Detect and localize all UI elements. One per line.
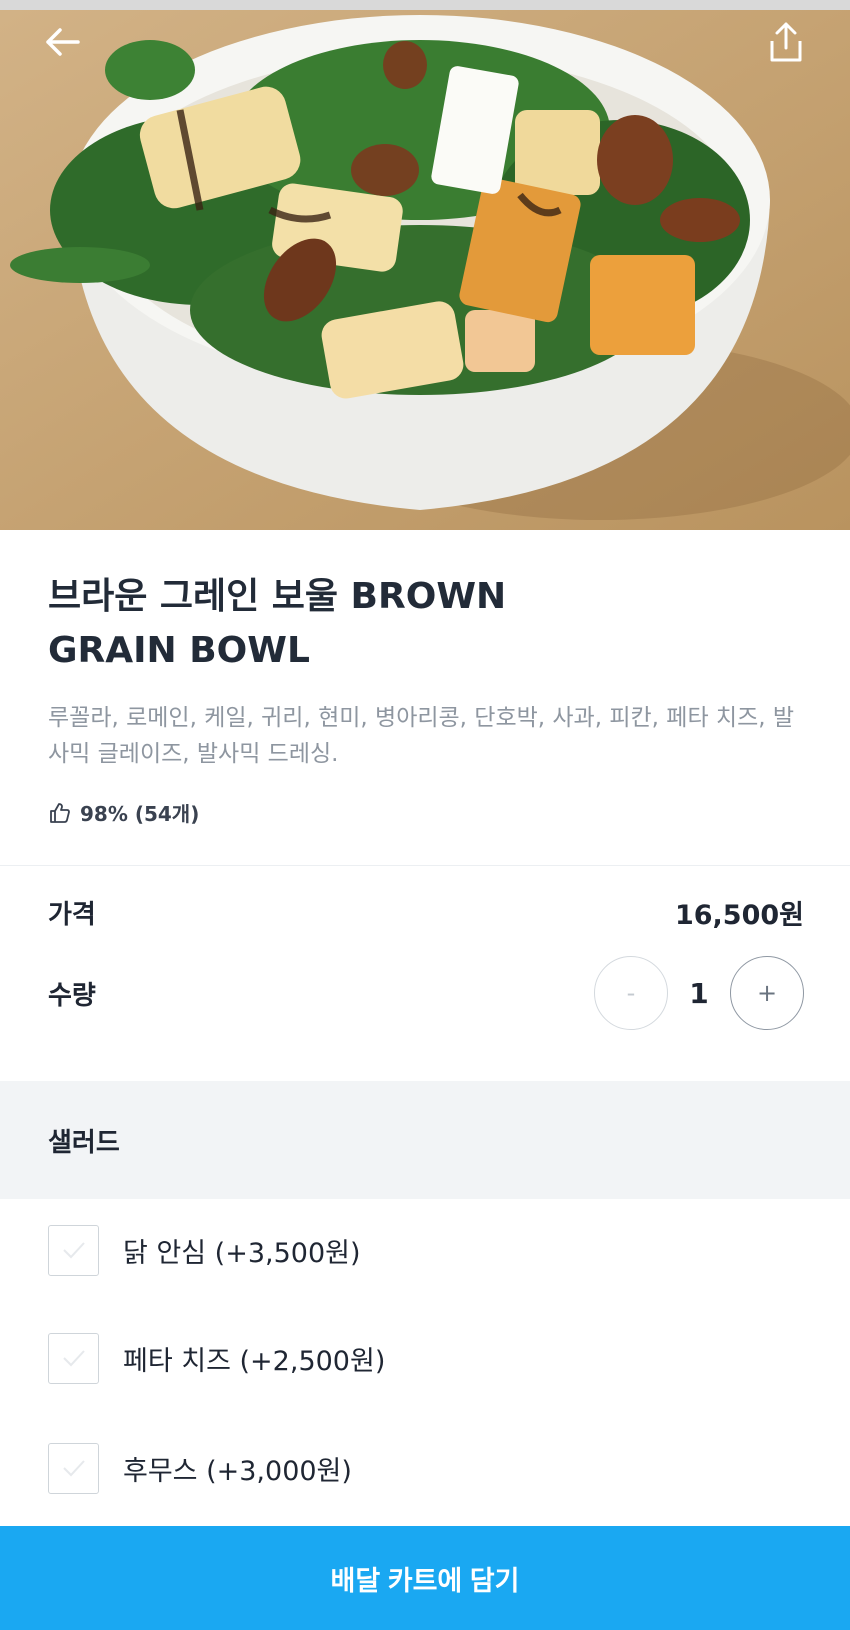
quantity-row: 수량 - 1 + xyxy=(48,955,804,1031)
share-button[interactable] xyxy=(758,14,814,70)
price-label: 가격 xyxy=(48,899,96,930)
price-row: 가격 16,500원 xyxy=(48,888,804,936)
share-icon xyxy=(770,22,802,62)
checkbox[interactable] xyxy=(48,1332,99,1384)
check-icon xyxy=(62,1460,85,1477)
checkbox[interactable] xyxy=(48,1442,99,1494)
add-to-cart-button[interactable]: 배달 카트에 담기 xyxy=(0,1526,850,1630)
section-title: 샐러드 xyxy=(48,1127,120,1158)
option-item-feta[interactable]: 페타 치즈 (+2,500원) xyxy=(48,1332,385,1384)
quantity-label: 수량 xyxy=(48,980,96,1011)
price-value: 16,500원 xyxy=(674,899,804,931)
rating-text: 98% (54개) xyxy=(80,802,200,826)
decrease-button[interactable]: - xyxy=(594,956,668,1030)
salad-bowl-image xyxy=(0,10,850,530)
checkbox[interactable] xyxy=(48,1224,99,1276)
product-title: 브라운 그레인 보울 BROWN GRAIN BOWL xyxy=(48,576,507,671)
status-strip xyxy=(0,0,850,10)
check-icon xyxy=(62,1350,85,1367)
option-item-chicken[interactable]: 닭 안심 (+3,500원) xyxy=(48,1224,361,1276)
increase-button[interactable]: + xyxy=(730,956,804,1030)
option-label: 페타 치즈 (+2,500원) xyxy=(123,1345,386,1377)
product-description: 루꼴라, 로메인, 케일, 귀리, 현미, 병아리콩, 단호박, 사과, 피칸,… xyxy=(48,705,795,767)
option-label: 닭 안심 (+3,500원) xyxy=(123,1237,361,1269)
check-icon xyxy=(62,1242,85,1259)
options-section-header: 샐러드 xyxy=(0,1081,850,1199)
quantity-stepper: - 1 + xyxy=(594,956,804,1030)
arrow-left-icon xyxy=(46,28,80,56)
quantity-value: 1 xyxy=(689,976,709,1010)
option-item-hummus[interactable]: 후무스 (+3,000원) xyxy=(48,1442,352,1494)
product-info: 브라운 그레인 보울 BROWN GRAIN BOWL 루꼴라, 로메인, 케일… xyxy=(0,530,850,866)
product-image xyxy=(0,10,850,530)
option-label: 후무스 (+3,000원) xyxy=(123,1455,352,1487)
back-button[interactable] xyxy=(34,14,90,70)
rating: 98% (54개) xyxy=(48,798,199,827)
thumbs-up-icon xyxy=(50,802,70,823)
